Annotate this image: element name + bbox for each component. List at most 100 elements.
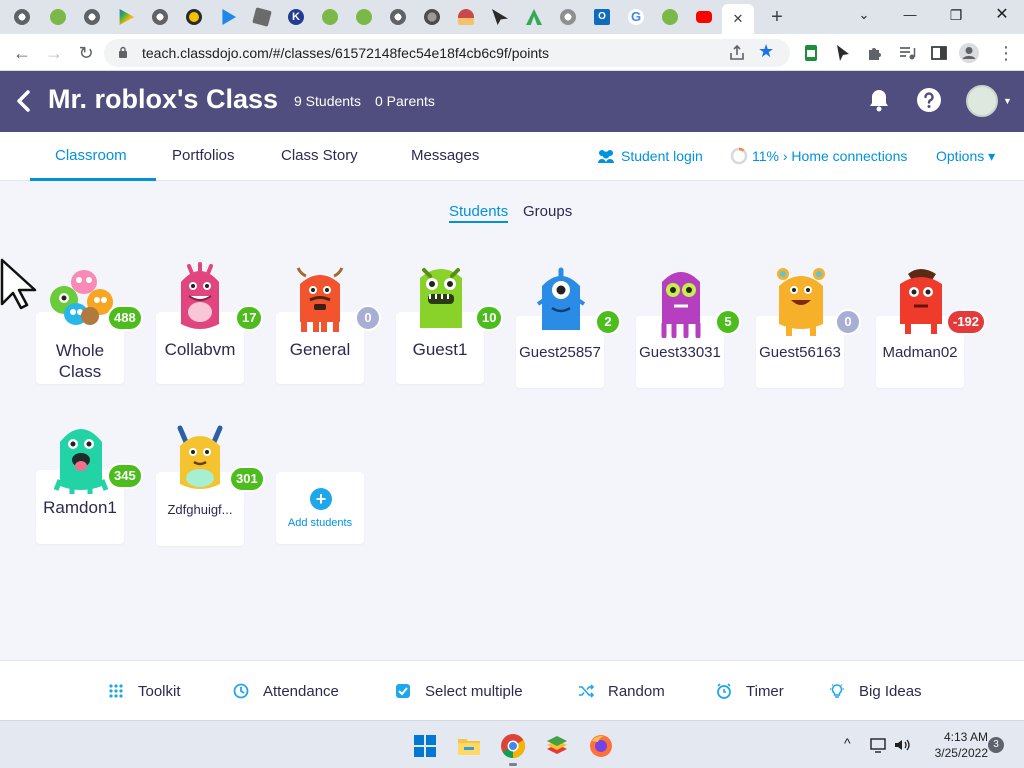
tab-outlook[interactable]: O	[586, 4, 618, 30]
random-label: Random	[608, 682, 665, 700]
class-header: Mr. roblox's Class 9 Students 0 Parents …	[0, 71, 1024, 132]
running-indicator	[509, 763, 517, 766]
students-group-icon	[598, 150, 614, 163]
tab-play[interactable]	[212, 4, 244, 30]
home-connections-link[interactable]: 11% › Home connections	[752, 148, 907, 164]
tab-classdojo-2[interactable]	[314, 4, 346, 30]
points-badge: 488	[107, 305, 143, 331]
close-icon[interactable]: ✕	[733, 11, 744, 27]
new-tab-button[interactable]: +	[766, 6, 788, 28]
toolkit-button[interactable]: Toolkit	[108, 681, 181, 701]
bell-icon[interactable]	[866, 87, 892, 113]
tab-chrome-5[interactable]	[552, 4, 584, 30]
firefox-icon[interactable]	[588, 733, 614, 759]
toggle-students[interactable]: Students	[449, 203, 509, 223]
file-explorer-icon[interactable]	[456, 733, 482, 759]
tab-class-story[interactable]: Class Story	[281, 147, 358, 164]
share-icon[interactable]	[728, 44, 746, 62]
tab-classroom[interactable]: Classroom	[55, 147, 127, 164]
back-chevron-icon[interactable]	[14, 88, 34, 114]
volume-icon[interactable]	[893, 737, 911, 753]
tab-hat[interactable]	[450, 4, 482, 30]
tab-classdojo-3[interactable]	[348, 4, 380, 30]
students-count[interactable]: 9 Students	[294, 93, 361, 109]
maximize-button[interactable]: ❐	[934, 4, 978, 28]
extensions-puzzle-icon[interactable]	[866, 44, 884, 62]
tab-classdojo-4[interactable]	[654, 4, 686, 30]
tab-play-store[interactable]	[110, 4, 142, 30]
select-multiple-button[interactable]: Select multiple	[395, 681, 523, 701]
toggle-groups[interactable]: Groups	[523, 203, 572, 220]
add-students-label: Add students	[287, 517, 353, 529]
tab-cursor[interactable]	[484, 4, 516, 30]
forward-button[interactable]: →	[42, 41, 66, 65]
attendance-button[interactable]: Attendance	[233, 681, 339, 701]
system-clock[interactable]: 4:13 AM 3/25/2022	[918, 729, 988, 761]
address-bar: ← → ↻ teach.classdojo.com/#/classes/6157…	[0, 34, 1024, 71]
chrome-icon	[84, 9, 100, 25]
chrome-icon[interactable]	[500, 733, 526, 759]
parents-count[interactable]: 0 Parents	[375, 93, 435, 109]
sheets-extension-icon[interactable]	[802, 44, 820, 62]
help-icon[interactable]	[916, 87, 942, 113]
tab-chrome-1[interactable]	[6, 4, 38, 30]
tab-classdojo-1[interactable]	[42, 4, 74, 30]
monster-favicon	[322, 9, 338, 25]
media-control-icon[interactable]	[898, 44, 916, 62]
notification-count-badge[interactable]: 3	[988, 737, 1004, 753]
back-button[interactable]: ←	[10, 41, 34, 65]
bookmark-star-icon[interactable]: ★	[758, 41, 774, 62]
options-dropdown[interactable]: Options ▾	[936, 148, 995, 165]
chevron-down-icon[interactable]: ▼	[1003, 96, 1012, 106]
clock-check-icon	[233, 683, 249, 699]
tab-chrome-4[interactable]	[382, 4, 414, 30]
active-tab-indicator	[30, 178, 156, 181]
student-name: Ramdon1	[43, 498, 117, 517]
cursor-extension-icon[interactable]	[834, 44, 852, 62]
tab-chrome-3[interactable]	[144, 4, 176, 30]
reload-button[interactable]: ↻	[74, 41, 98, 65]
plus-icon: +	[310, 488, 332, 510]
chrome-menu-button[interactable]: ⋮	[994, 41, 1018, 65]
bluestacks-icon[interactable]	[544, 733, 570, 759]
minimize-button[interactable]: —	[888, 4, 932, 28]
windows-start-icon[interactable]	[412, 733, 438, 759]
pink-monster-avatar	[181, 262, 219, 329]
student-login-link[interactable]: Student login	[621, 148, 703, 164]
student-name: Guest33031	[639, 344, 721, 361]
student-name: Collabvm	[164, 340, 236, 359]
tab-messages[interactable]: Messages	[411, 147, 479, 164]
window-close-button[interactable]: ✕	[980, 4, 1024, 28]
play-icon	[222, 9, 236, 25]
monster-favicon	[356, 9, 372, 25]
tab-google[interactable]: G	[620, 4, 652, 30]
omnibox[interactable]: teach.classdojo.com/#/classes/61572148fe…	[104, 39, 790, 67]
tab-active-classdojo[interactable]: ✕	[722, 4, 754, 34]
tab-green-a[interactable]	[518, 4, 550, 30]
url-text[interactable]: teach.classdojo.com/#/classes/61572148fe…	[142, 45, 549, 61]
tab-portfolios[interactable]: Portfolios	[172, 147, 235, 164]
tab-chrome-2[interactable]	[76, 4, 108, 30]
tab-roblox[interactable]	[246, 4, 278, 30]
yellow-circle-icon	[186, 9, 202, 25]
timer-button[interactable]: Timer	[716, 681, 784, 701]
profile-icon[interactable]	[958, 42, 980, 64]
student-name: Guest1	[412, 340, 468, 359]
tab-youtube[interactable]	[688, 4, 720, 30]
teal-monster-avatar	[54, 429, 108, 494]
monster-favicon	[662, 9, 678, 25]
lock-icon	[119, 46, 127, 58]
tab-k[interactable]: K	[280, 4, 312, 30]
tab-round-gray[interactable]	[416, 4, 448, 30]
add-students-button[interactable]: + Add students	[276, 472, 364, 544]
teacher-avatar[interactable]	[966, 85, 998, 117]
tab-search-button[interactable]: ⌄	[842, 4, 886, 28]
random-button[interactable]: Random	[578, 681, 665, 701]
tray-overflow-caret[interactable]: ^	[844, 735, 851, 751]
tab-yellow-circle[interactable]	[178, 4, 210, 30]
points-badge: 10	[475, 305, 504, 331]
student-name: General	[289, 340, 351, 359]
side-panel-icon[interactable]	[930, 44, 948, 62]
big-ideas-button[interactable]: Big Ideas	[829, 681, 922, 701]
network-icon[interactable]	[870, 737, 888, 753]
